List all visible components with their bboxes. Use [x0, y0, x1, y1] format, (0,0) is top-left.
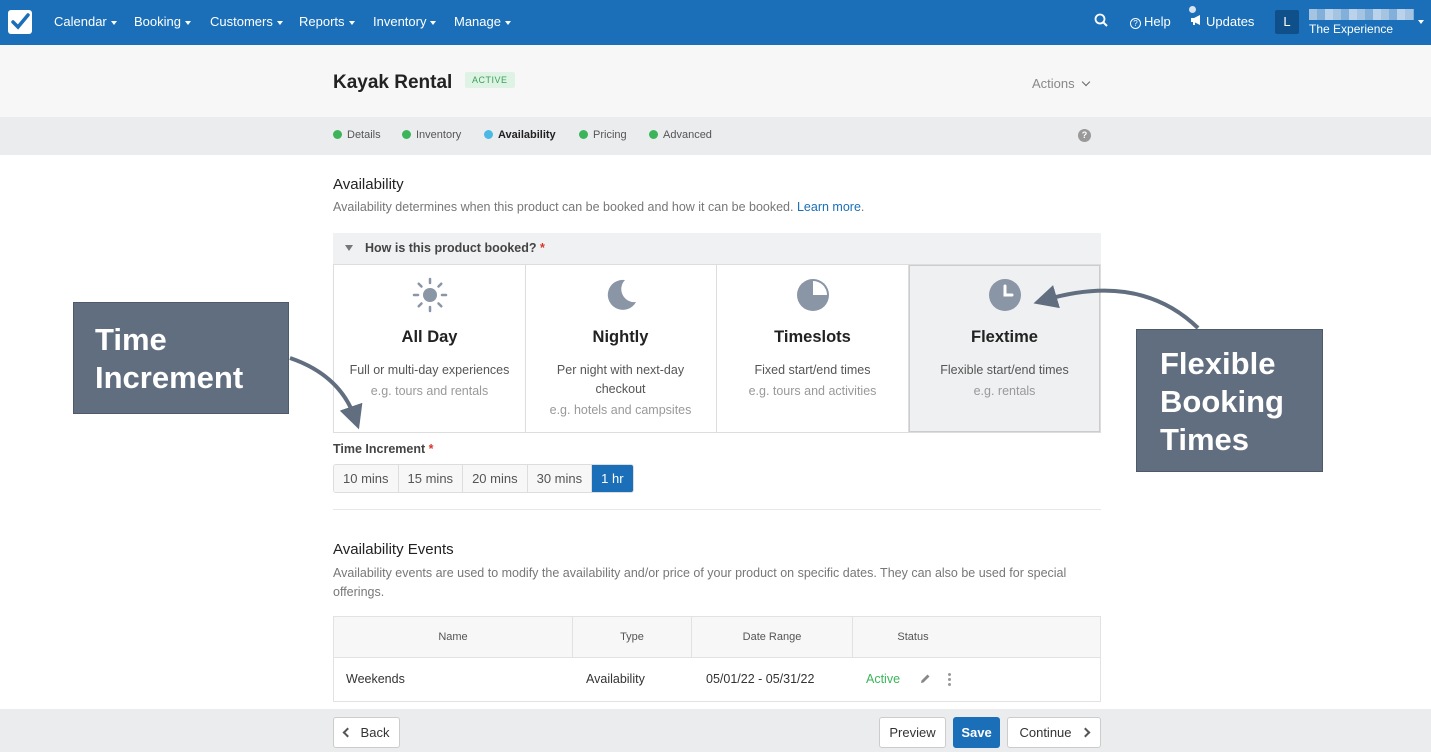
column-status[interactable]: Status: [853, 617, 973, 658]
option-title: All Day: [401, 328, 458, 346]
option-flextime[interactable]: Flextime Flexible start/end times e.g. r…: [909, 265, 1100, 432]
help-icon: ?: [1130, 18, 1141, 29]
availability-description: Availability determines when this produc…: [333, 200, 865, 214]
help-link[interactable]: ? Help: [1130, 14, 1171, 29]
booking-question-label: How is this product booked?: [365, 241, 537, 255]
sun-icon: [334, 277, 525, 313]
step-pricing[interactable]: Pricing: [579, 129, 627, 141]
nav-customers[interactable]: Customers: [210, 14, 283, 29]
continue-button[interactable]: Continue: [1007, 717, 1101, 748]
nav-manage[interactable]: Manage: [454, 14, 511, 29]
option-all-day[interactable]: All Day Full or multi-day experiences e.…: [334, 265, 526, 432]
top-nav: Calendar Booking Customers Reports Inven…: [0, 0, 1431, 45]
updates-link[interactable]: Updates: [1189, 6, 1254, 29]
option-subtitle: Per night with next-day checkout: [556, 363, 685, 396]
question-icon[interactable]: ?: [1078, 129, 1091, 142]
nav-calendar[interactable]: Calendar: [54, 14, 117, 29]
clock-icon: [909, 277, 1100, 313]
nav-inventory[interactable]: Inventory: [373, 14, 437, 29]
increment-20-mins[interactable]: 20 mins: [463, 465, 528, 492]
option-title: Flextime: [971, 328, 1038, 346]
option-subtitle: Fixed start/end times: [754, 363, 871, 377]
option-nightly[interactable]: Nightly Per night with next-day checkout…: [525, 265, 717, 432]
avatar[interactable]: L: [1275, 10, 1299, 34]
nav-booking[interactable]: Booking: [134, 14, 191, 29]
page-header: Kayak Rental ACTIVE Actions: [0, 45, 1431, 117]
preview-button[interactable]: Preview: [879, 717, 946, 748]
availability-title: Availability: [333, 176, 404, 193]
save-button[interactable]: Save: [953, 717, 1000, 748]
event-name: Weekends: [346, 672, 405, 686]
nav-reports[interactable]: Reports: [299, 14, 355, 29]
caret-down-icon: [345, 245, 353, 251]
status-badge: ACTIVE: [465, 72, 515, 88]
chevron-down-icon: [1081, 77, 1090, 87]
section-divider: [333, 509, 1101, 510]
option-timeslots[interactable]: Timeslots Fixed start/end times e.g. tou…: [717, 265, 909, 432]
back-button[interactable]: Back: [333, 717, 400, 748]
more-options-icon[interactable]: [948, 673, 951, 686]
events-title: Availability Events: [333, 541, 454, 558]
footer-bar: [0, 709, 1431, 752]
option-title: Timeslots: [774, 328, 851, 346]
step-availability[interactable]: Availability: [484, 129, 556, 141]
chevron-right-icon: [1080, 727, 1090, 738]
column-name[interactable]: Name: [334, 617, 573, 658]
increment-1-hr[interactable]: 1 hr: [592, 465, 633, 492]
option-example: e.g. rentals: [973, 384, 1036, 398]
option-example: e.g. hotels and campsites: [549, 403, 692, 417]
events-table: Name Type Date Range Status Weekends Ava…: [333, 616, 1101, 702]
page-title: Kayak Rental: [333, 72, 453, 93]
annotation-time-increment: Time Increment: [73, 302, 289, 414]
step-inventory[interactable]: Inventory: [402, 129, 461, 141]
booking-question-header[interactable]: How is this product booked? *: [333, 233, 1101, 264]
event-type: Availability: [586, 672, 645, 686]
moon-icon: [525, 277, 716, 313]
step-nav: Details Inventory Availability Pricing A…: [0, 117, 1431, 155]
option-subtitle: Flexible start/end times: [940, 363, 1069, 377]
column-type[interactable]: Type: [573, 617, 692, 658]
annotation-flexible-booking-times: Flexible Booking Times: [1136, 329, 1323, 472]
account-name[interactable]: The Experience: [1309, 22, 1393, 36]
megaphone-icon: [1189, 6, 1203, 29]
search-icon[interactable]: [1094, 13, 1108, 30]
step-details[interactable]: Details: [333, 129, 381, 141]
booking-type-options: All Day Full or multi-day experiences e.…: [333, 264, 1101, 433]
actions-dropdown[interactable]: Actions: [1032, 76, 1090, 91]
option-example: e.g. tours and activities: [748, 384, 877, 398]
increment-10-mins[interactable]: 10 mins: [334, 465, 399, 492]
increment-30-mins[interactable]: 30 mins: [527, 465, 593, 492]
time-increment-label: Time Increment *: [333, 442, 434, 456]
event-status: Active: [866, 672, 901, 686]
event-date-range: 05/01/22 - 05/31/22: [706, 672, 815, 686]
time-increment-selector: 10 mins 15 mins 20 mins 30 mins 1 hr: [333, 464, 634, 493]
option-subtitle: Full or multi-day experiences: [349, 363, 510, 377]
account-email-blurred: [1309, 9, 1414, 20]
pie-icon: [717, 277, 908, 313]
increment-15-mins[interactable]: 15 mins: [398, 465, 464, 492]
chevron-left-icon: [342, 727, 352, 738]
pencil-icon[interactable]: [919, 672, 931, 690]
events-description: Availability events are used to modify t…: [333, 566, 1067, 599]
column-date-range[interactable]: Date Range: [692, 617, 853, 658]
learn-more-link[interactable]: Learn more: [797, 200, 861, 214]
app-logo-icon[interactable]: [8, 10, 32, 34]
option-example: e.g. tours and rentals: [370, 384, 489, 398]
account-caret-icon[interactable]: [1418, 20, 1424, 24]
option-title: Nightly: [592, 328, 649, 346]
table-header: Name Type Date Range Status: [334, 617, 1100, 658]
step-advanced[interactable]: Advanced: [649, 129, 712, 141]
